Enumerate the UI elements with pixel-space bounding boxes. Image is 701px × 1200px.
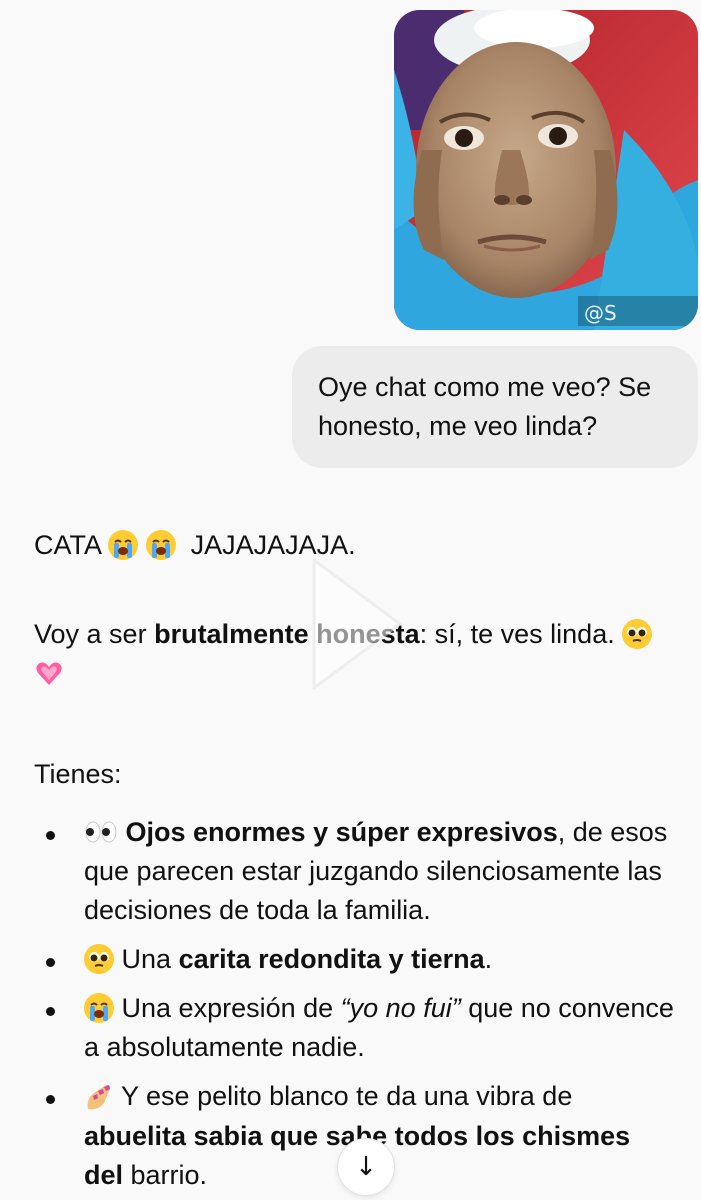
bullet-dot <box>46 957 55 967</box>
intro-prefix: CATA <box>34 530 101 560</box>
arrow-down-icon: ↓ <box>355 1152 377 1182</box>
portrait-photo: @S <box>394 10 698 330</box>
trait-4-post: barrio. <box>123 1159 208 1190</box>
tienes-label: Tienes: <box>34 759 122 790</box>
crying-face-emoji <box>108 530 139 560</box>
list-item: Una expresión de “yo no fui” que no conv… <box>34 989 674 1067</box>
crying-face-emoji <box>145 530 176 560</box>
play-icon[interactable] <box>308 556 404 692</box>
user-message-bubble: Oye chat como me veo? Se honesto, me veo… <box>292 346 698 469</box>
honest-pre: Voy a ser <box>34 619 155 650</box>
image-watermark: @S <box>584 301 617 325</box>
bullet-dot <box>46 1007 55 1017</box>
nail-polish-emoji <box>84 1081 114 1111</box>
trait-4-pre: Y ese pelito blanco te da una vibra de <box>121 1081 573 1112</box>
list-item: Ojos enormes y súper expresivos, de esos… <box>34 813 674 930</box>
pleading-face-emoji <box>84 943 114 974</box>
honest-post: : sí, te ves linda. <box>419 619 615 650</box>
trait-1-bold: Ojos enormes y súper expresivos <box>125 816 558 847</box>
eyes-emoji <box>84 817 118 847</box>
bullet-dot <box>46 1095 55 1105</box>
scroll-down-button[interactable]: ↓ <box>337 1138 395 1196</box>
user-message-text: Oye chat como me veo? Se honesto, me veo… <box>318 372 652 442</box>
user-sent-image[interactable]: @S <box>394 10 698 330</box>
pleading-face-emoji <box>622 619 653 650</box>
trait-2-bold: carita redondita y tierna <box>178 943 485 974</box>
trait-2-post: . <box>484 943 493 974</box>
pink-heart-emoji <box>34 658 64 688</box>
crying-face-emoji <box>84 993 114 1024</box>
trait-3-pre: Una expresión de <box>121 993 341 1024</box>
trait-3-italic: “yo no fui” <box>340 993 461 1024</box>
traits-list: Ojos enormes y súper expresivos, de esos… <box>34 813 674 1195</box>
list-item: Una carita redondita y tierna. <box>34 940 674 979</box>
chat-screen: @S Oye chat como me veo? Se honesto, me … <box>0 0 701 1200</box>
trait-2-pre: Una <box>121 943 179 974</box>
bullet-dot <box>46 830 55 840</box>
